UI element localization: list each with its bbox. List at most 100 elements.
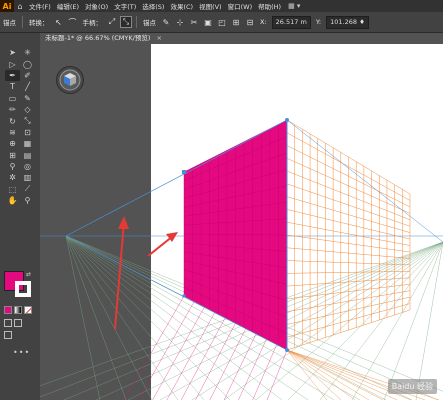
stroke-swatch[interactable] [15, 281, 31, 297]
close-tab-icon[interactable]: × [156, 34, 161, 42]
workspace-layout-icon[interactable]: ▦ ▾ [288, 2, 308, 10]
anchor-handle [285, 348, 289, 352]
draw-mode-icon[interactable] [4, 319, 12, 327]
tools-panel: ➤ ✳ ▷ ◯ ✒ ✐ T ╱ ▭ ✎ ✏ ◇ ↻ ⤡ ≋ ⊡ ⊕ ▦ ⊞ ▤ … [0, 33, 41, 400]
rotate-icon[interactable]: ↻ [5, 115, 20, 126]
pencil-icon[interactable]: ✏ [5, 104, 20, 115]
transform-icon[interactable]: ⊞ [230, 16, 242, 28]
handle-label: 手柄： [82, 19, 103, 27]
menu-file[interactable]: 文件(F) [26, 1, 54, 11]
baidu-watermark: Baidu 经验 [387, 379, 437, 394]
ground-grid-line [383, 241, 443, 400]
magic-wand-icon[interactable]: ✳ [20, 47, 35, 58]
menu-edit[interactable]: 编辑(E) [54, 1, 82, 11]
menu-effect[interactable]: 效果(C) [167, 1, 196, 11]
curvature-icon[interactable]: ✐ [20, 70, 35, 81]
floor-grid-line [152, 306, 205, 400]
column-graph-icon[interactable]: ▥ [20, 172, 35, 183]
document-tab[interactable]: 未标题-1* @ 66.67% (CMYK/预览) × [40, 33, 175, 44]
mask-icon[interactable]: ◰ [216, 16, 228, 28]
canvas[interactable]: Baidu 经验 [40, 44, 443, 400]
none-mode-icon[interactable] [24, 306, 32, 314]
hide-handles-icon[interactable]: ⤡ [120, 16, 132, 28]
show-handles-icon[interactable]: ⤢ [106, 16, 118, 28]
type-tool-icon[interactable]: T [5, 81, 20, 92]
change-screen-mode-icon[interactable] [4, 331, 12, 339]
mesh-icon[interactable]: ⊞ [5, 150, 20, 161]
home-icon[interactable]: ⌂ [14, 2, 26, 11]
floor-grid-line [252, 344, 277, 400]
rectangle-tool-icon[interactable]: ▭ [5, 93, 20, 104]
floor-grid-line [138, 301, 195, 400]
isolate-icon[interactable]: ▣ [202, 16, 214, 28]
lasso-icon[interactable]: ◯ [20, 58, 35, 69]
annotation-arrow-head [118, 216, 129, 229]
x-field[interactable]: 26.517 m [271, 15, 311, 29]
app-logo: Ai [0, 0, 14, 12]
perspective-grid-icon[interactable]: ▦ [20, 138, 35, 149]
hand-icon[interactable]: ✋ [5, 195, 20, 206]
gradient-icon[interactable]: ▤ [20, 150, 35, 161]
menu-window[interactable]: 窗口(W) [225, 1, 256, 11]
align-icon[interactable]: ⊟ [244, 16, 256, 28]
perspective-scene [40, 118, 443, 400]
y-label: Y: [315, 18, 322, 26]
screen-mode-icon[interactable] [14, 319, 22, 327]
cut-path-icon[interactable]: ✂ [188, 16, 200, 28]
direct-selection-icon[interactable]: ▷ [5, 58, 20, 69]
edit-toolbar-icon[interactable]: ••• [13, 348, 30, 357]
artboard-icon[interactable]: ⬚ [5, 184, 20, 195]
control-bar: 锚点 转换： ↖ ⌒ 手柄： ⤢ ⤡ 锚点 ✎ ⊹ ✂ ▣ ◰ ⊞ ⊟ X: 2… [0, 12, 443, 33]
draw-mode-row [4, 319, 22, 327]
zoom-icon[interactable]: ⚲ [20, 195, 35, 206]
convert-label: 转换： [29, 19, 49, 27]
annotation-arrow [147, 235, 174, 257]
menu-view[interactable]: 视图(V) [196, 1, 225, 11]
screen-row [4, 331, 12, 339]
width-tool-icon[interactable]: ≋ [5, 127, 20, 138]
ground-grid-line [65, 235, 153, 400]
floor-grid-line [266, 349, 288, 400]
x-label: X: [260, 18, 267, 26]
pen-tool-icon[interactable]: ✒ [5, 69, 20, 82]
convert-smooth-icon[interactable]: ⌒ [67, 16, 79, 28]
color-mode-icon[interactable] [4, 306, 12, 314]
ground-grid-line [65, 235, 205, 400]
anchor-handle [285, 118, 289, 122]
floor-grid-line [166, 312, 216, 400]
divider [136, 16, 137, 28]
menu-object[interactable]: 对象(O) [82, 1, 111, 11]
menu-select[interactable]: 选择(S) [139, 1, 167, 11]
free-transform-icon[interactable]: ⊡ [20, 127, 35, 138]
floor-grid-line [209, 328, 246, 400]
shape-builder-icon[interactable]: ⊕ [5, 138, 20, 149]
menu-bar: Ai ⌂ 文件(F) 编辑(E) 对象(O) 文字(T) 选择(S) 效果(C)… [0, 0, 443, 12]
color-mode-row [4, 306, 32, 314]
scale-icon[interactable]: ⤡ [20, 115, 35, 126]
symbol-sprayer-icon[interactable]: ✲ [5, 172, 20, 183]
remove-anchor-icon[interactable]: ✎ [160, 16, 172, 28]
annotation-arrow [114, 221, 125, 330]
blend-icon[interactable]: ◎ [20, 161, 35, 172]
fill-stroke-control[interactable]: ⇄ [4, 271, 36, 301]
document-tab-title: 未标题-1* @ 66.67% (CMYK/预览) [45, 34, 151, 42]
paintbrush-icon[interactable]: ✎ [20, 93, 35, 104]
anchor-handle [182, 294, 186, 298]
eraser-icon[interactable]: ◇ [20, 104, 35, 115]
selection-tool-icon[interactable]: ➤ [5, 47, 20, 58]
anchor-label: 锚点 [143, 19, 156, 27]
connect-anchor-icon[interactable]: ⊹ [174, 16, 186, 28]
menu-type[interactable]: 文字(T) [111, 1, 139, 11]
divider [22, 16, 23, 28]
line-tool-icon[interactable]: ╱ [20, 81, 35, 92]
menu-help[interactable]: 帮助(H) [255, 1, 284, 11]
anchor-handle [182, 170, 186, 174]
eyedropper-icon[interactable]: ⚲ [5, 161, 20, 172]
perspective-guide-line [286, 119, 443, 243]
tool-grid: ➤ ✳ ▷ ◯ ✒ ✐ T ╱ ▭ ✎ ✏ ◇ ↻ ⤡ ≋ ⊡ ⊕ ▦ ⊞ ▤ … [5, 47, 35, 206]
y-field[interactable]: 101.268 ♦ [326, 15, 369, 29]
swap-fill-stroke-icon[interactable]: ⇄ [26, 271, 31, 278]
slice-icon[interactable]: ⟋ [20, 184, 35, 195]
convert-corner-icon[interactable]: ↖ [53, 16, 65, 28]
gradient-mode-icon[interactable] [14, 306, 22, 314]
